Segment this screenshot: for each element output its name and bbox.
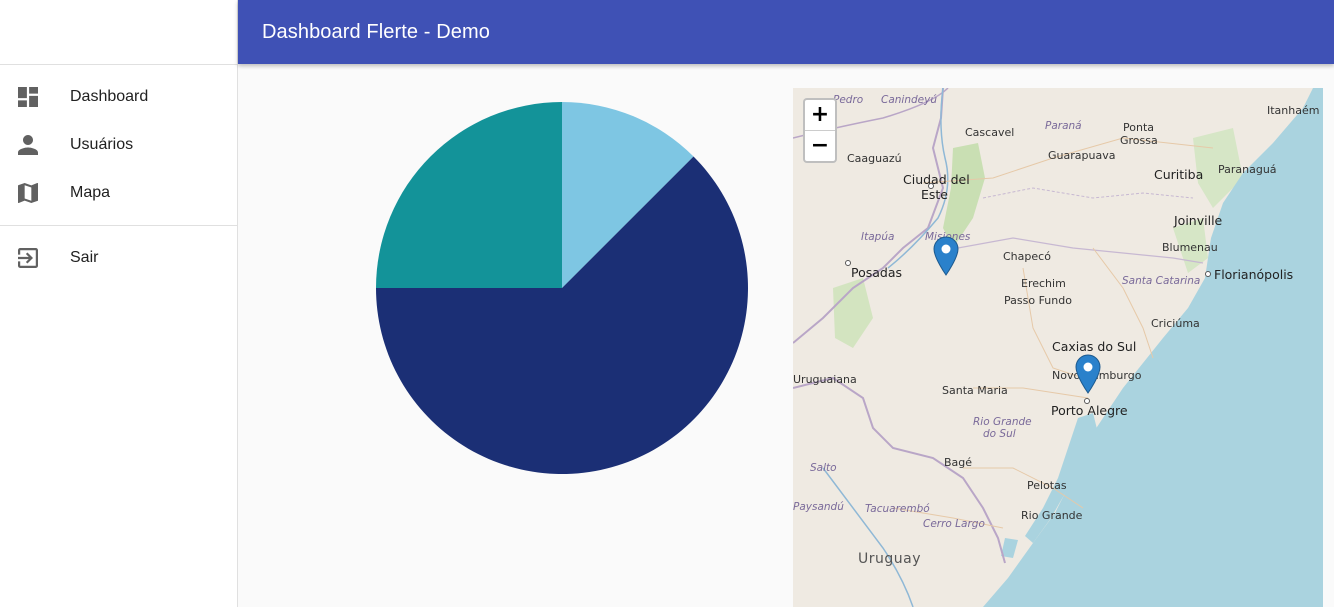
app-bar: Dashboard Flerte - Demo [238, 0, 1334, 64]
exit-icon [16, 246, 40, 270]
map-label: Joinville [1174, 213, 1223, 228]
city-dot [1084, 398, 1090, 404]
sidebar-item-label: Sair [70, 249, 99, 266]
map-label: Tacuarembó [865, 503, 930, 515]
map-label: Cascavel [965, 126, 1015, 139]
map-label: Paraná [1045, 120, 1082, 132]
sidebar-nav: Dashboard Usuários Mapa Sair [0, 65, 237, 282]
map-label: Criciúma [1151, 317, 1200, 330]
map-label: Grossa [1120, 134, 1158, 147]
sidebar-item-usuarios[interactable]: Usuários [0, 121, 237, 169]
map-label: Passo Fundo [1004, 294, 1072, 307]
map-label: Santa Maria [942, 384, 1008, 397]
map-label: Erechim [1021, 277, 1066, 290]
map-label: Uruguay [858, 551, 921, 567]
sidebar-divider [0, 225, 237, 226]
map-label: Canindeyú [881, 94, 937, 106]
sidebar-header [0, 0, 237, 65]
map-label: do Sul [983, 428, 1016, 440]
map-label: Uruguaiana [793, 373, 857, 386]
map-label: Itapúa [861, 231, 895, 243]
map-label: Rio Grande [1021, 509, 1083, 522]
map-label: Ciudad del [903, 172, 970, 187]
zoom-control: + − [803, 98, 837, 163]
map-label: Itanhaém [1267, 104, 1320, 117]
person-icon [16, 133, 40, 157]
pie-chart [360, 86, 764, 495]
map-label: Paranaguá [1218, 163, 1277, 176]
sidebar-item-sair[interactable]: Sair [0, 234, 237, 282]
map-marker-icon[interactable] [933, 236, 959, 276]
zoom-in-button[interactable]: + [805, 100, 835, 131]
city-dot [845, 260, 851, 266]
pie-slice-2[interactable] [376, 102, 562, 288]
sidebar-item-mapa[interactable]: Mapa [0, 169, 237, 217]
map-marker-icon[interactable] [1075, 354, 1101, 394]
sidebar-item-label: Mapa [70, 184, 111, 201]
map[interactable]: Pedro Canindeyú Cascavel Paraná Ponta Gr… [793, 88, 1323, 607]
sidebar: Dashboard Usuários Mapa Sair [0, 0, 238, 607]
pie-chart-svg [376, 102, 748, 475]
map-label: Santa Catarina [1122, 275, 1201, 287]
sidebar-item-label: Usuários [70, 136, 134, 153]
map-label: Ponta [1123, 121, 1154, 134]
map-label: Porto Alegre [1051, 403, 1128, 418]
map-label: Florianópolis [1214, 267, 1294, 282]
map-label: Chapecó [1003, 250, 1051, 263]
map-label: Caaguazú [847, 152, 902, 165]
map-label: Rio Grande [973, 416, 1032, 428]
map-label: Blumenau [1162, 241, 1218, 254]
map-label: Paysandú [793, 501, 844, 513]
map-label: Este [921, 187, 949, 202]
sidebar-item-dashboard[interactable]: Dashboard [0, 73, 237, 121]
page-title: Dashboard Flerte - Demo [262, 20, 490, 43]
city-dot [928, 183, 934, 189]
map-label: Curitiba [1154, 167, 1204, 182]
map-label: Pedro [833, 94, 864, 106]
map-label: Bagé [944, 456, 973, 469]
map-label: Pelotas [1027, 479, 1067, 492]
map-label: Posadas [851, 265, 903, 280]
sidebar-item-label: Dashboard [70, 88, 149, 105]
map-label: Salto [810, 462, 837, 474]
map-icon [16, 181, 40, 205]
map-label: Guarapuava [1048, 149, 1116, 162]
map-label: Caxias do Sul [1052, 339, 1137, 354]
map-label: Cerro Largo [923, 518, 985, 530]
zoom-out-button[interactable]: − [805, 131, 835, 161]
city-dot [1205, 271, 1211, 277]
dashboard-icon [16, 85, 40, 109]
